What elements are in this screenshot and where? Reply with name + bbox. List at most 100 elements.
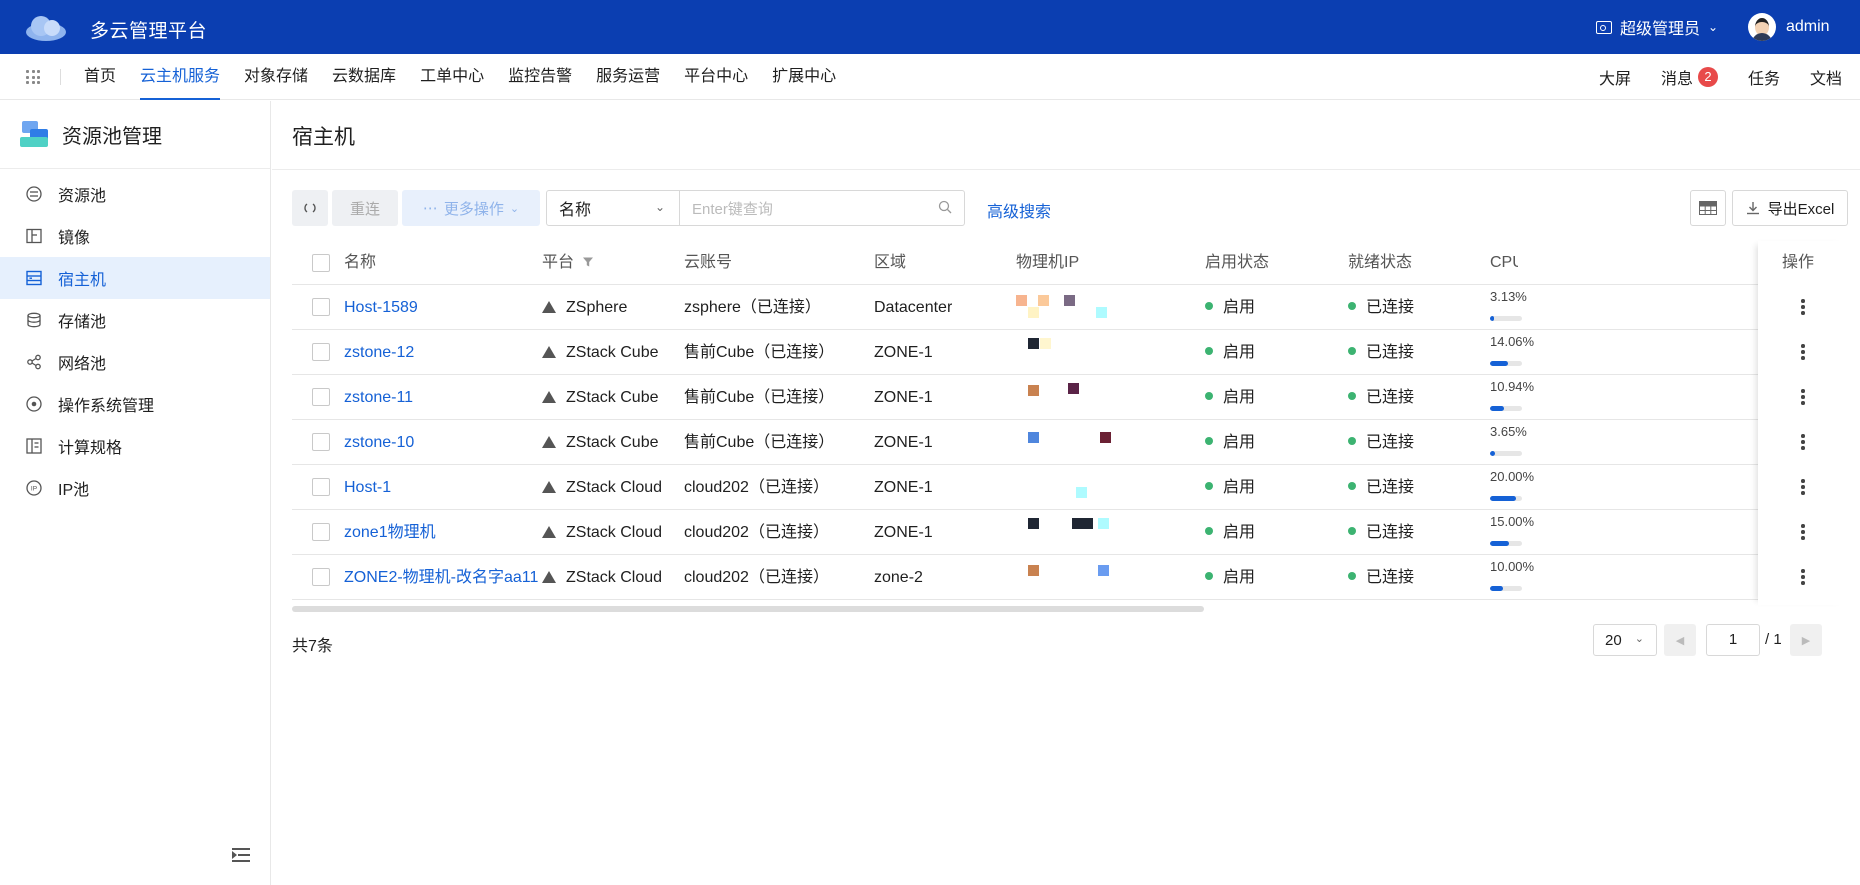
- nav-item-1[interactable]: 云主机服务: [140, 54, 221, 100]
- refresh-button[interactable]: [292, 190, 328, 226]
- ready-status-cell-text: 已连接: [1366, 569, 1415, 586]
- host-name-link[interactable]: Host-1589: [344, 285, 418, 330]
- table-header: 名称 平台 云账号 区域 物理机IP 启用状态 就绪状态 CPU: [292, 241, 1848, 285]
- row-checkbox[interactable]: [312, 523, 330, 541]
- host-name-link-text[interactable]: zstone-12: [344, 344, 414, 361]
- cloud-account-cell-text: 售前Cube（已连接）: [684, 389, 835, 406]
- role-switcher[interactable]: 超级管理员 ⌄: [1596, 15, 1718, 39]
- advanced-search-link[interactable]: 高级搜索: [987, 198, 1051, 222]
- host-name-link-text[interactable]: Host-1589: [344, 299, 418, 316]
- host-name-link-text[interactable]: ZONE2-物理机-改名字aa11: [344, 569, 538, 586]
- chevron-down-icon: ⌄: [509, 202, 520, 215]
- search-field-select[interactable]: 名称 ⌄: [546, 190, 680, 226]
- row-actions-icon[interactable]: [1801, 344, 1805, 360]
- next-page-button[interactable]: ▶: [1790, 624, 1822, 656]
- table-row[interactable]: ZONE2-物理机-改名字aa11 ZStack Cloud cloud202（已连…: [292, 555, 1848, 600]
- zone-cell: ZONE-1: [874, 375, 933, 420]
- filter-icon[interactable]: [574, 254, 594, 271]
- platform-cell: ZStack Cube: [542, 420, 658, 465]
- nav-item-7[interactable]: 平台中心: [684, 54, 748, 100]
- sidebar: 资源池管理 资源池 镜像 宿主机 存储池 网络池 操作系统管理 计算规格 IP IP池: [0, 101, 271, 885]
- nav-messages[interactable]: 消息 2: [1661, 65, 1718, 89]
- cpu-usage-value: 10.94%: [1490, 379, 1535, 394]
- sidebar-item-0[interactable]: 资源池: [0, 173, 270, 215]
- row-checkbox[interactable]: [312, 388, 330, 406]
- prev-page-button[interactable]: ◀: [1664, 624, 1696, 656]
- nav-item-2[interactable]: 对象存储: [244, 54, 308, 100]
- table-row[interactable]: Host-1589 ZSphere zsphere（已连接） Datacenter 启用…: [292, 285, 1848, 330]
- app-grid-icon[interactable]: [26, 70, 40, 84]
- ready-status-cell: 已连接: [1348, 510, 1414, 555]
- table-body: Host-1589 ZSphere zsphere（已连接） Datacenter 启用…: [292, 285, 1848, 600]
- row-actions-icon[interactable]: [1801, 299, 1805, 315]
- status-dot: [1348, 482, 1356, 490]
- row-checkbox[interactable]: [312, 568, 330, 586]
- nav-item-4[interactable]: 工单中心: [420, 54, 484, 100]
- zone-cell-text: zone-2: [874, 569, 923, 586]
- sidebar-item-4[interactable]: 网络池: [0, 341, 270, 383]
- host-name-link[interactable]: zstone-12: [344, 330, 414, 375]
- horizontal-scrollbar[interactable]: [292, 606, 1204, 612]
- row-actions-icon[interactable]: [1801, 479, 1805, 495]
- nav-item-3[interactable]: 云数据库: [332, 54, 396, 100]
- row-checkbox[interactable]: [312, 433, 330, 451]
- user-menu[interactable]: admin: [1748, 13, 1830, 41]
- select-all-checkbox[interactable]: [312, 254, 330, 272]
- search-input[interactable]: Enter键查询: [679, 190, 965, 226]
- actions-column: 操作: [1758, 241, 1848, 605]
- enabled-status-cell: 启用: [1205, 375, 1255, 420]
- table-row[interactable]: zone1物理机 ZStack Cloud cloud202（已连接） ZONE-1 启…: [292, 510, 1848, 555]
- row-checkbox[interactable]: [312, 478, 330, 496]
- cloud-logo-icon: [26, 16, 66, 41]
- collapse-sidebar-icon[interactable]: [232, 847, 252, 863]
- sidebar-item-7[interactable]: IP IP池: [0, 467, 270, 509]
- host-name-link[interactable]: Host-1: [344, 465, 391, 510]
- reconnect-button[interactable]: 重连: [332, 190, 398, 226]
- storage-icon: [26, 312, 42, 328]
- host-name-link[interactable]: zstone-10: [344, 420, 414, 465]
- nav-big-screen[interactable]: 大屏: [1599, 65, 1631, 89]
- host-name-link[interactable]: zone1物理机: [344, 510, 436, 555]
- host-name-link-text[interactable]: zone1物理机: [344, 524, 436, 541]
- host-name-link-text[interactable]: zstone-11: [344, 389, 413, 406]
- sidebar-item-3[interactable]: 存储池: [0, 299, 270, 341]
- export-excel-button[interactable]: 导出Excel: [1732, 190, 1848, 226]
- row-actions-icon[interactable]: [1801, 569, 1805, 585]
- search-field-value: 名称: [559, 202, 592, 219]
- sidebar-item-1[interactable]: 镜像: [0, 215, 270, 257]
- sidebar-item-2[interactable]: 宿主机: [0, 257, 270, 299]
- platform-icon: [542, 301, 556, 313]
- more-actions-button[interactable]: ⋯ 更多操作 ⌄: [402, 190, 540, 226]
- row-actions-icon[interactable]: [1801, 434, 1805, 450]
- row-actions-icon[interactable]: [1801, 524, 1805, 540]
- nav-item-0[interactable]: 首页: [84, 54, 116, 100]
- column-header-1[interactable]: 平台: [542, 241, 594, 285]
- page-size-select[interactable]: 20 ⌄: [1593, 624, 1657, 656]
- nav-item-6[interactable]: 服务运营: [596, 54, 660, 100]
- sidebar-item-5[interactable]: 操作系统管理: [0, 383, 270, 425]
- nav-item-5[interactable]: 监控告警: [508, 54, 572, 100]
- nav-docs[interactable]: 文档: [1810, 65, 1842, 89]
- sidebar-item-6[interactable]: 计算规格: [0, 425, 270, 467]
- column-header-label: 名称: [344, 254, 377, 271]
- host-name-link[interactable]: ZONE2-物理机-改名字aa11: [344, 555, 538, 600]
- row-actions-icon[interactable]: [1801, 389, 1805, 405]
- row-checkbox[interactable]: [312, 343, 330, 361]
- search-icon[interactable]: [938, 200, 952, 214]
- host-name-link-text[interactable]: zstone-10: [344, 434, 414, 451]
- column-settings-button[interactable]: [1690, 190, 1726, 226]
- toolbar: 重连 ⋯ 更多操作 ⌄ 名称 ⌄ Enter键查询 高级搜索 导出Excel: [292, 190, 1848, 226]
- more-actions-label: 更多操作: [443, 200, 504, 218]
- zone-cell: ZONE-1: [874, 420, 933, 465]
- nav-item-8[interactable]: 扩展中心: [772, 54, 836, 100]
- table-row[interactable]: zstone-11 ZStack Cube 售前Cube（已连接） ZONE-1 启用 已…: [292, 375, 1848, 420]
- host-name-link[interactable]: zstone-11: [344, 375, 413, 420]
- nav-tasks[interactable]: 任务: [1748, 65, 1780, 89]
- host-name-link-text[interactable]: Host-1: [344, 479, 391, 496]
- page-number-input[interactable]: 1: [1706, 624, 1760, 656]
- table-row[interactable]: zstone-12 ZStack Cube 售前Cube（已连接） ZONE-1 启用 已…: [292, 330, 1848, 375]
- row-checkbox[interactable]: [312, 298, 330, 316]
- table-row[interactable]: Host-1 ZStack Cloud cloud202（已连接） ZONE-1 启用 已…: [292, 465, 1848, 510]
- table-row[interactable]: zstone-10 ZStack Cube 售前Cube（已连接） ZONE-1 启用 已…: [292, 420, 1848, 465]
- title-divider: [272, 169, 1860, 170]
